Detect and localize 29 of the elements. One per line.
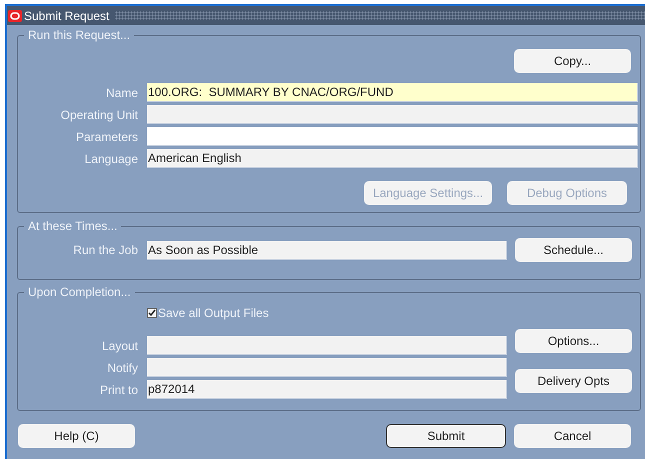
field-label: Layout bbox=[100, 338, 138, 354]
field-label: Run the Job bbox=[72, 242, 138, 259]
input-field[interactable] bbox=[147, 127, 638, 146]
input-field[interactable] bbox=[147, 105, 638, 124]
field-label: Name bbox=[104, 84, 138, 102]
button[interactable]: Help (C) bbox=[18, 424, 135, 448]
checkbox-label: Save all Output Files bbox=[158, 305, 269, 322]
field-label: Language bbox=[84, 150, 138, 168]
input-field[interactable]: p872014 bbox=[147, 380, 507, 399]
button[interactable]: Delivery Opts bbox=[515, 369, 632, 393]
app-icon bbox=[8, 10, 22, 22]
button[interactable]: Submit bbox=[386, 424, 506, 448]
checkbox[interactable] bbox=[147, 308, 157, 318]
input-field[interactable] bbox=[147, 358, 507, 377]
field-label: Operating Unit bbox=[60, 106, 138, 124]
field-label: Parameters bbox=[74, 128, 138, 146]
window-title: Submit Request bbox=[24, 8, 110, 24]
group-legend: Upon Completion... bbox=[24, 284, 135, 300]
input-field[interactable]: 100.ORG: SUMMARY BY CNAC/ORG/FUND bbox=[147, 83, 638, 102]
button[interactable]: Options... bbox=[515, 329, 632, 353]
group-legend: Run this Request... bbox=[24, 27, 134, 43]
button[interactable]: Copy... bbox=[514, 49, 631, 73]
field-label: Notify bbox=[106, 360, 138, 376]
input-field[interactable] bbox=[147, 336, 507, 355]
input-field[interactable]: American English bbox=[147, 149, 638, 168]
button[interactable]: Cancel bbox=[514, 424, 631, 448]
button[interactable]: Schedule... bbox=[515, 238, 632, 262]
input-field[interactable]: As Soon as Possible bbox=[147, 240, 507, 260]
field-label: Print to bbox=[98, 382, 138, 398]
